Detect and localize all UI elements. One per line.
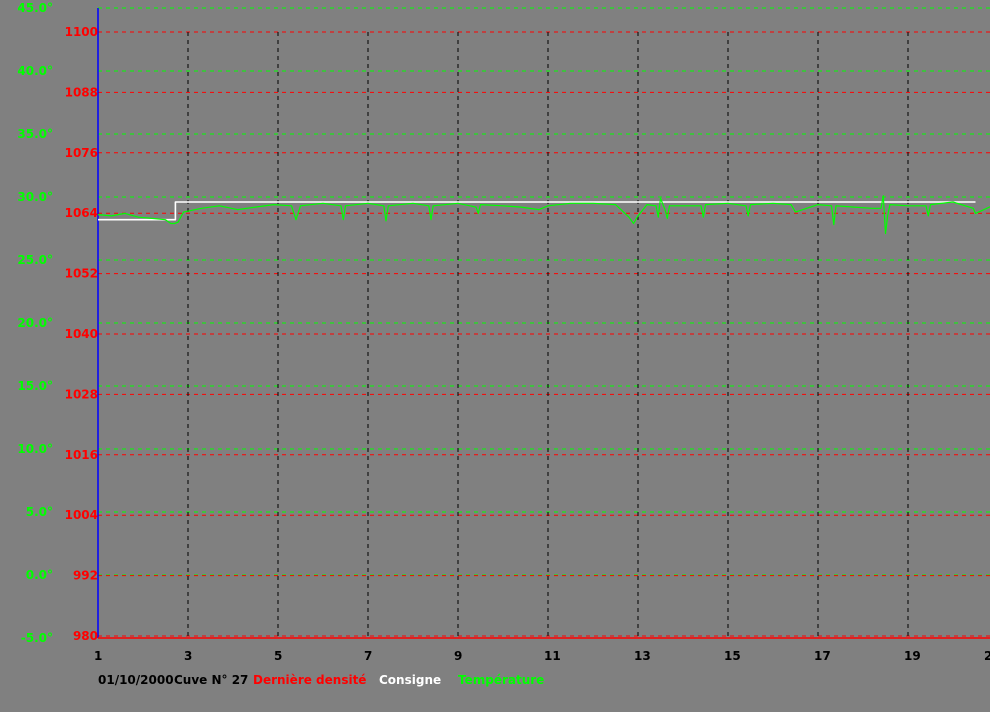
temperature-tick-label: 10.0° [17, 442, 53, 456]
temperature-tick-label: 5.0° [26, 505, 53, 519]
legend-date: 01/10/2000 [98, 673, 174, 687]
temperature-tick-label: 30.0° [17, 190, 53, 204]
density-tick-label: 1088 [65, 85, 98, 99]
x-tick-label: 5 [274, 649, 282, 663]
temperature-tick-label: 25.0° [17, 253, 53, 267]
legend-setpoint: Consigne [379, 673, 441, 687]
density-tick-label: 1100 [65, 25, 98, 39]
x-tick-label: 9 [454, 649, 462, 663]
density-tick-label: 980 [73, 629, 98, 643]
density-tick-label: 1028 [65, 387, 98, 401]
chart-canvas: 45.0°40.0°35.0°30.0°25.0°20.0°15.0°10.0°… [0, 0, 990, 708]
density-tick-label: 1064 [65, 206, 98, 220]
legend-tank: Cuve N° 27 [174, 673, 248, 687]
x-tick-label: 3 [184, 649, 192, 663]
x-tick-label: 7 [364, 649, 372, 663]
temperature-tick-label: 35.0° [17, 127, 53, 141]
legend-temperature: Température [458, 673, 544, 687]
density-tick-label: 992 [73, 569, 98, 583]
x-tick-label: 19 [904, 649, 921, 663]
fermentation-chart: 45.0° 40.0° 35.0° 30.0° 25.0° 20.0° 15.0° 10.0°… [0, 0, 990, 708]
temperature-tick-label: 20.0° [17, 316, 53, 330]
x-tick-label: 2 [984, 649, 990, 663]
density-tick-label: 1076 [65, 146, 98, 160]
x-tick-label: 13 [634, 649, 651, 663]
x-tick-label: 15 [724, 649, 741, 663]
temperature-tick-label: 15.0° [17, 379, 53, 393]
chart-background [0, 0, 990, 708]
legend: 01/10/2000 Cuve N° 27 Dernière densité C… [98, 673, 544, 687]
temperature-tick-label: -5.0° [21, 631, 53, 645]
density-tick-label: 1040 [65, 327, 98, 341]
x-tick-label: 1 [94, 649, 102, 663]
x-tick-label: 17 [814, 649, 831, 663]
temperature-tick-label: 45.0° [17, 1, 53, 15]
density-tick-label: 1004 [65, 508, 98, 522]
density-tick-label: 1016 [65, 448, 98, 462]
temperature-tick-label: 40.0° [17, 64, 53, 78]
x-tick-label: 11 [544, 649, 561, 663]
legend-density: Dernière densité [253, 673, 366, 687]
temperature-tick-label: 0.0° [26, 568, 53, 582]
density-tick-label: 1052 [65, 267, 98, 281]
